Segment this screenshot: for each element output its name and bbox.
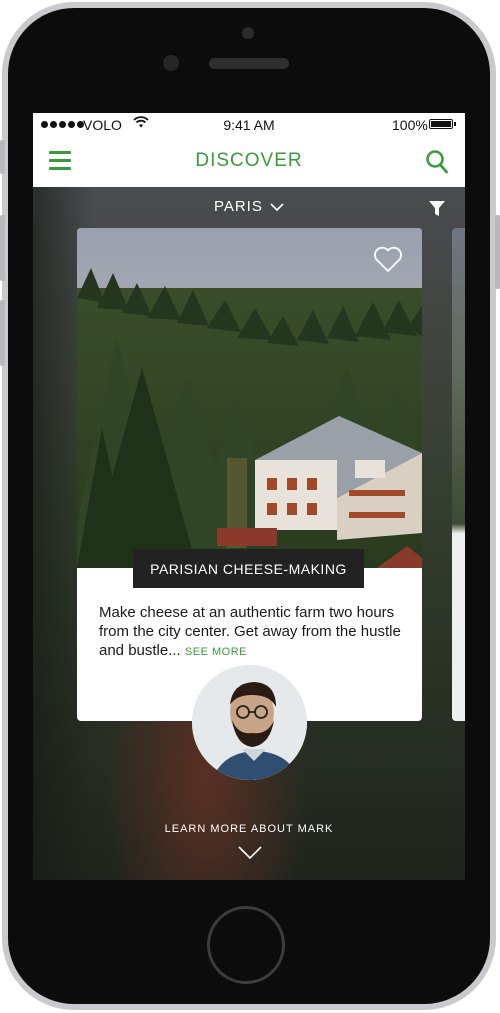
mute-switch bbox=[0, 140, 5, 174]
chevron-down-icon[interactable] bbox=[238, 846, 262, 860]
status-bar: VOLO 9:41 AM 100% bbox=[33, 113, 465, 137]
city-selector[interactable]: PARIS bbox=[33, 198, 465, 215]
chevron-down-icon bbox=[270, 202, 284, 211]
battery-percent: 100% bbox=[392, 117, 428, 133]
host-avatar[interactable] bbox=[192, 665, 307, 780]
power-button bbox=[495, 215, 500, 289]
proximity-sensor bbox=[163, 55, 179, 71]
app-screen: VOLO 9:41 AM 100% DISCOVER PARIS PARISIA… bbox=[33, 113, 465, 880]
learn-more-label[interactable]: LEARN MORE ABOUT MARK bbox=[33, 823, 465, 835]
battery-tip bbox=[454, 122, 456, 126]
city-label: PARIS bbox=[213, 198, 263, 215]
description-text: Make cheese at an authentic farm two hou… bbox=[99, 604, 401, 659]
page-title: DISCOVER bbox=[195, 150, 303, 171]
forest-chalet-image bbox=[77, 228, 422, 568]
nav-bar: DISCOVER bbox=[33, 137, 465, 187]
heart-icon[interactable] bbox=[373, 245, 403, 273]
volume-down-button bbox=[0, 300, 5, 366]
battery-icon bbox=[429, 119, 453, 129]
search-icon[interactable] bbox=[425, 149, 449, 175]
earpiece-speaker bbox=[209, 58, 289, 69]
volume-up-button bbox=[0, 215, 5, 281]
host-photo bbox=[192, 665, 307, 780]
experience-title-badge: PARISIAN CHEESE-MAKING bbox=[133, 549, 364, 588]
experience-card[interactable]: PARISIAN CHEESE-MAKING Make cheese at an… bbox=[77, 228, 422, 721]
next-experience-card[interactable] bbox=[452, 228, 465, 721]
front-camera bbox=[242, 27, 254, 39]
experience-photo bbox=[77, 228, 422, 568]
experience-description: Make cheese at an authentic farm two hou… bbox=[99, 603, 404, 662]
see-more-link[interactable]: SEE MORE bbox=[185, 646, 247, 658]
home-button[interactable] bbox=[207, 906, 285, 984]
filter-icon[interactable] bbox=[429, 201, 445, 217]
